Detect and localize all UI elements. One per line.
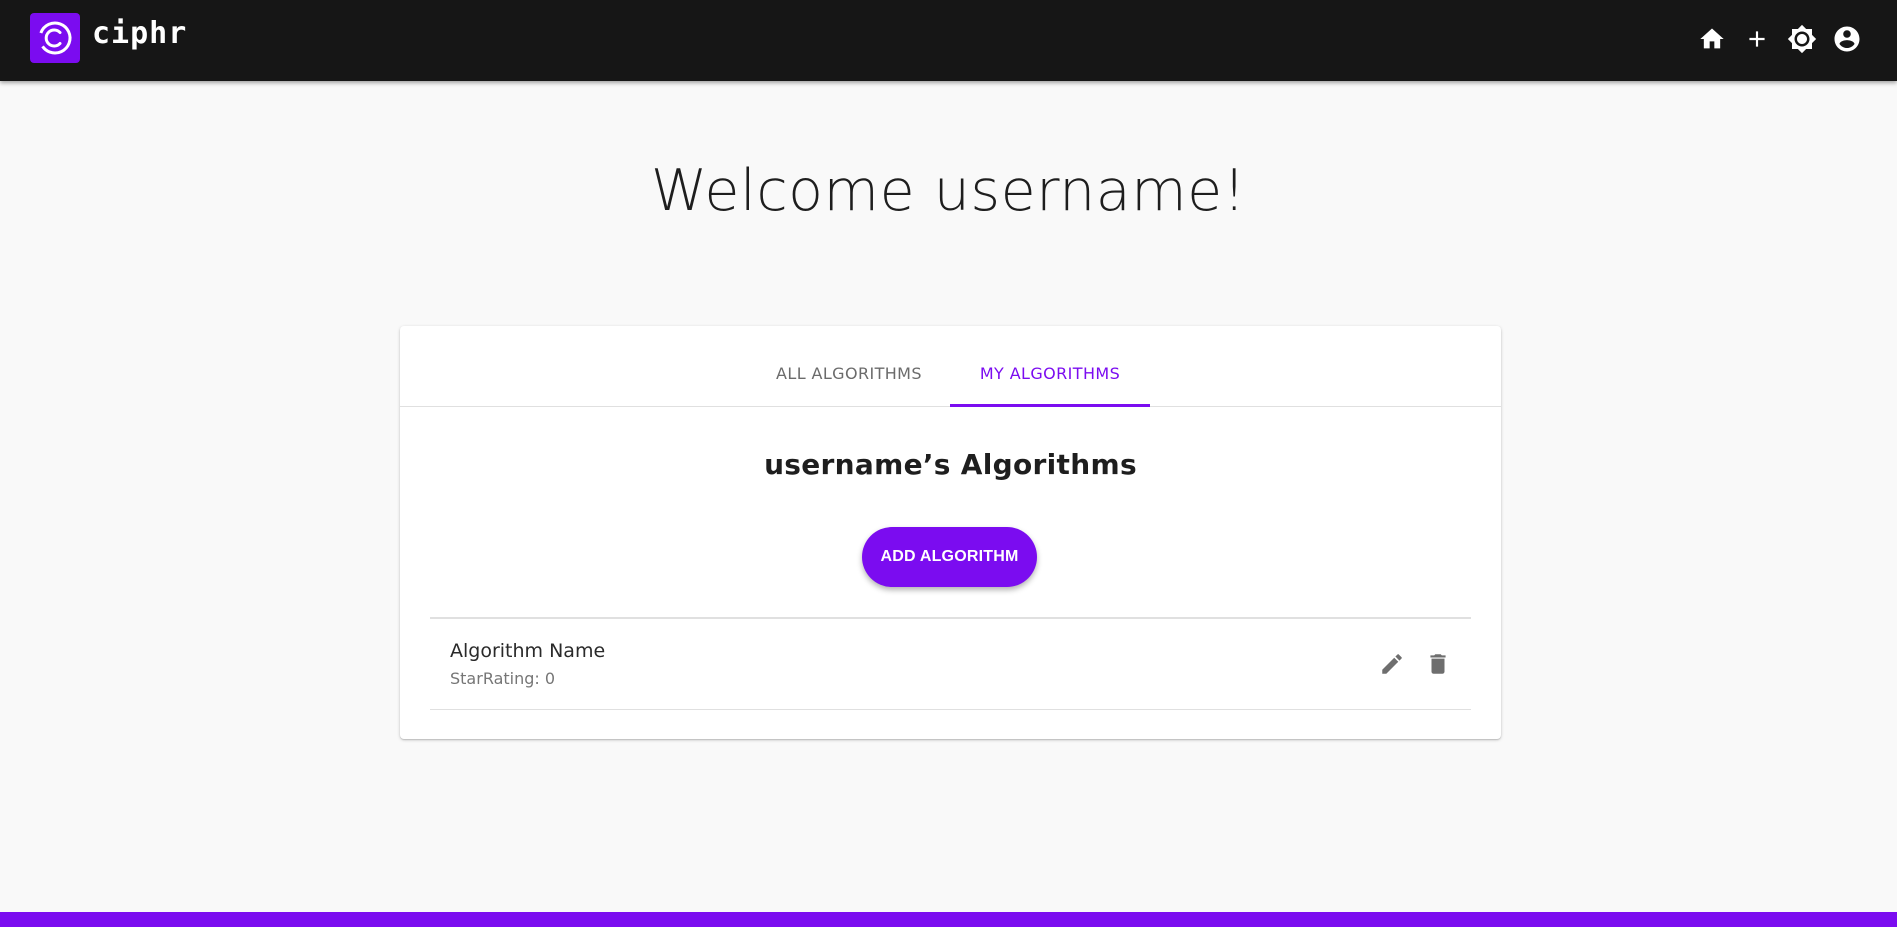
brand-name[interactable]: ciphr — [92, 16, 187, 51]
edit-icon[interactable] — [1379, 651, 1405, 677]
app-bar: ciphr — [0, 0, 1897, 81]
tab-all-algorithms[interactable]: ALL ALGORITHMS — [759, 364, 939, 407]
welcome-title: Welcome username! — [650, 158, 1247, 224]
algorithm-rating: StarRating: 0 — [450, 669, 556, 688]
active-tab-indicator — [950, 404, 1150, 407]
algorithm-name: Algorithm Name — [450, 640, 606, 662]
footer-accent-bar — [0, 912, 1897, 927]
home-icon[interactable] — [1697, 24, 1727, 54]
nav-actions — [1697, 24, 1862, 54]
add-algorithm-button[interactable]: ADD ALGORITHM — [862, 527, 1037, 587]
list-item[interactable]: Algorithm Name StarRating: 0 — [430, 619, 1471, 710]
tab-bar: ALL ALGORITHMS MY ALGORITHMS — [400, 326, 1501, 407]
account-circle-icon[interactable] — [1832, 24, 1862, 54]
item-actions — [1379, 651, 1451, 677]
algorithms-card: ALL ALGORITHMS MY ALGORITHMS username’s … — [400, 326, 1501, 739]
algorithm-list: Algorithm Name StarRating: 0 — [430, 617, 1471, 710]
add-icon[interactable] — [1742, 24, 1772, 54]
section-title: username’s Algorithms — [764, 448, 1137, 481]
tab-my-algorithms[interactable]: MY ALGORITHMS — [950, 364, 1150, 407]
delete-icon[interactable] — [1425, 651, 1451, 677]
ciphr-logo-icon[interactable] — [30, 13, 80, 63]
theme-brightness-icon[interactable] — [1787, 24, 1817, 54]
